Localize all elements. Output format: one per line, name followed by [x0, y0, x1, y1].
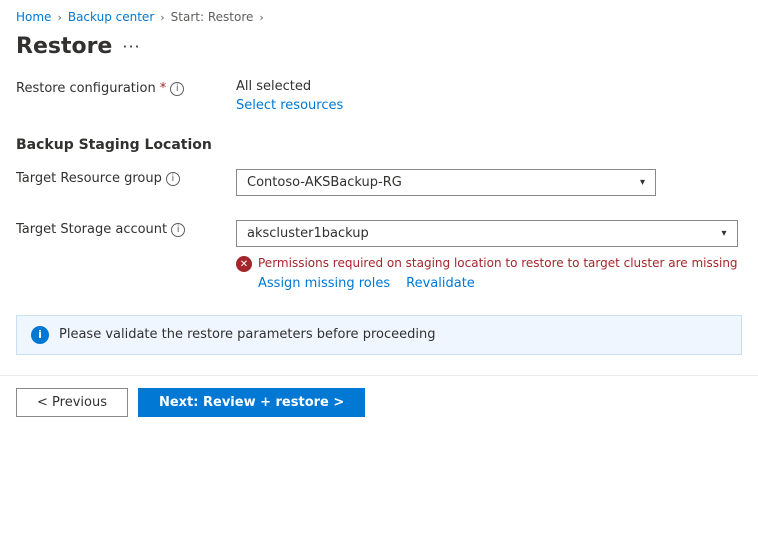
- error-links: Assign missing roles Revalidate: [258, 276, 738, 291]
- target-rg-label-text: Target Resource group: [16, 171, 162, 186]
- next-button[interactable]: Next: Review + restore >: [138, 388, 365, 417]
- breadcrumb-home[interactable]: Home: [16, 10, 51, 24]
- breadcrumb: Home › Backup center › Start: Restore ›: [0, 0, 758, 30]
- target-rg-row: Target Resource group i Contoso-AKSBacku…: [16, 169, 742, 196]
- restore-config-label: Restore configuration * i: [16, 79, 236, 96]
- breadcrumb-sep-2: ›: [160, 11, 164, 24]
- info-banner-icon: i: [31, 326, 49, 344]
- breadcrumb-start-restore: Start: Restore: [171, 10, 254, 24]
- target-storage-dropdown-value: akscluster1backup: [247, 226, 369, 241]
- restore-config-value: All selected Select resources: [236, 79, 343, 113]
- target-storage-row: Target Storage account i akscluster1back…: [16, 220, 742, 291]
- footer: < Previous Next: Review + restore >: [0, 375, 758, 429]
- target-rg-info-icon[interactable]: i: [166, 172, 180, 186]
- target-rg-dropdown-wrapper: Contoso-AKSBackup-RG ▾: [236, 169, 656, 196]
- assign-missing-roles-link[interactable]: Assign missing roles: [258, 276, 390, 291]
- backup-staging-title: Backup Staging Location: [16, 137, 742, 153]
- error-content: Permissions required on staging location…: [258, 255, 738, 291]
- target-storage-info-icon[interactable]: i: [171, 223, 185, 237]
- target-rg-label: Target Resource group i: [16, 169, 236, 186]
- restore-config-info-icon[interactable]: i: [170, 82, 184, 96]
- target-storage-label-text: Target Storage account: [16, 222, 167, 237]
- permissions-error-block: ✕ Permissions required on staging locati…: [236, 255, 738, 291]
- target-rg-dropdown[interactable]: Contoso-AKSBackup-RG ▾: [236, 169, 656, 196]
- target-storage-dropdown-arrow: ▾: [722, 228, 727, 239]
- target-rg-dropdown-arrow: ▾: [640, 177, 645, 188]
- target-rg-dropdown-value: Contoso-AKSBackup-RG: [247, 175, 402, 190]
- restore-config-value-text: All selected: [236, 79, 343, 94]
- main-content: Restore configuration * i All selected S…: [0, 79, 758, 355]
- breadcrumb-backup-center[interactable]: Backup center: [68, 10, 154, 24]
- previous-button[interactable]: < Previous: [16, 388, 128, 417]
- page-header: Restore ···: [0, 30, 758, 79]
- required-star: *: [160, 81, 167, 96]
- revalidate-link[interactable]: Revalidate: [406, 276, 475, 291]
- page-title: Restore: [16, 34, 112, 59]
- info-banner-text: Please validate the restore parameters b…: [59, 327, 435, 342]
- error-icon: ✕: [236, 256, 252, 272]
- error-message: Permissions required on staging location…: [258, 255, 738, 272]
- target-storage-dropdown[interactable]: akscluster1backup ▾: [236, 220, 738, 247]
- info-banner: i Please validate the restore parameters…: [16, 315, 742, 355]
- select-resources-link[interactable]: Select resources: [236, 98, 343, 113]
- target-storage-dropdown-wrapper: akscluster1backup ▾ ✕ Permissions requir…: [236, 220, 738, 291]
- more-options-icon[interactable]: ···: [122, 37, 140, 56]
- breadcrumb-sep-1: ›: [57, 11, 61, 24]
- breadcrumb-sep-3: ›: [259, 11, 263, 24]
- backup-staging-section: Backup Staging Location Target Resource …: [16, 137, 742, 291]
- restore-config-label-text: Restore configuration: [16, 81, 156, 96]
- restore-config-row: Restore configuration * i All selected S…: [16, 79, 742, 113]
- target-storage-label: Target Storage account i: [16, 220, 236, 237]
